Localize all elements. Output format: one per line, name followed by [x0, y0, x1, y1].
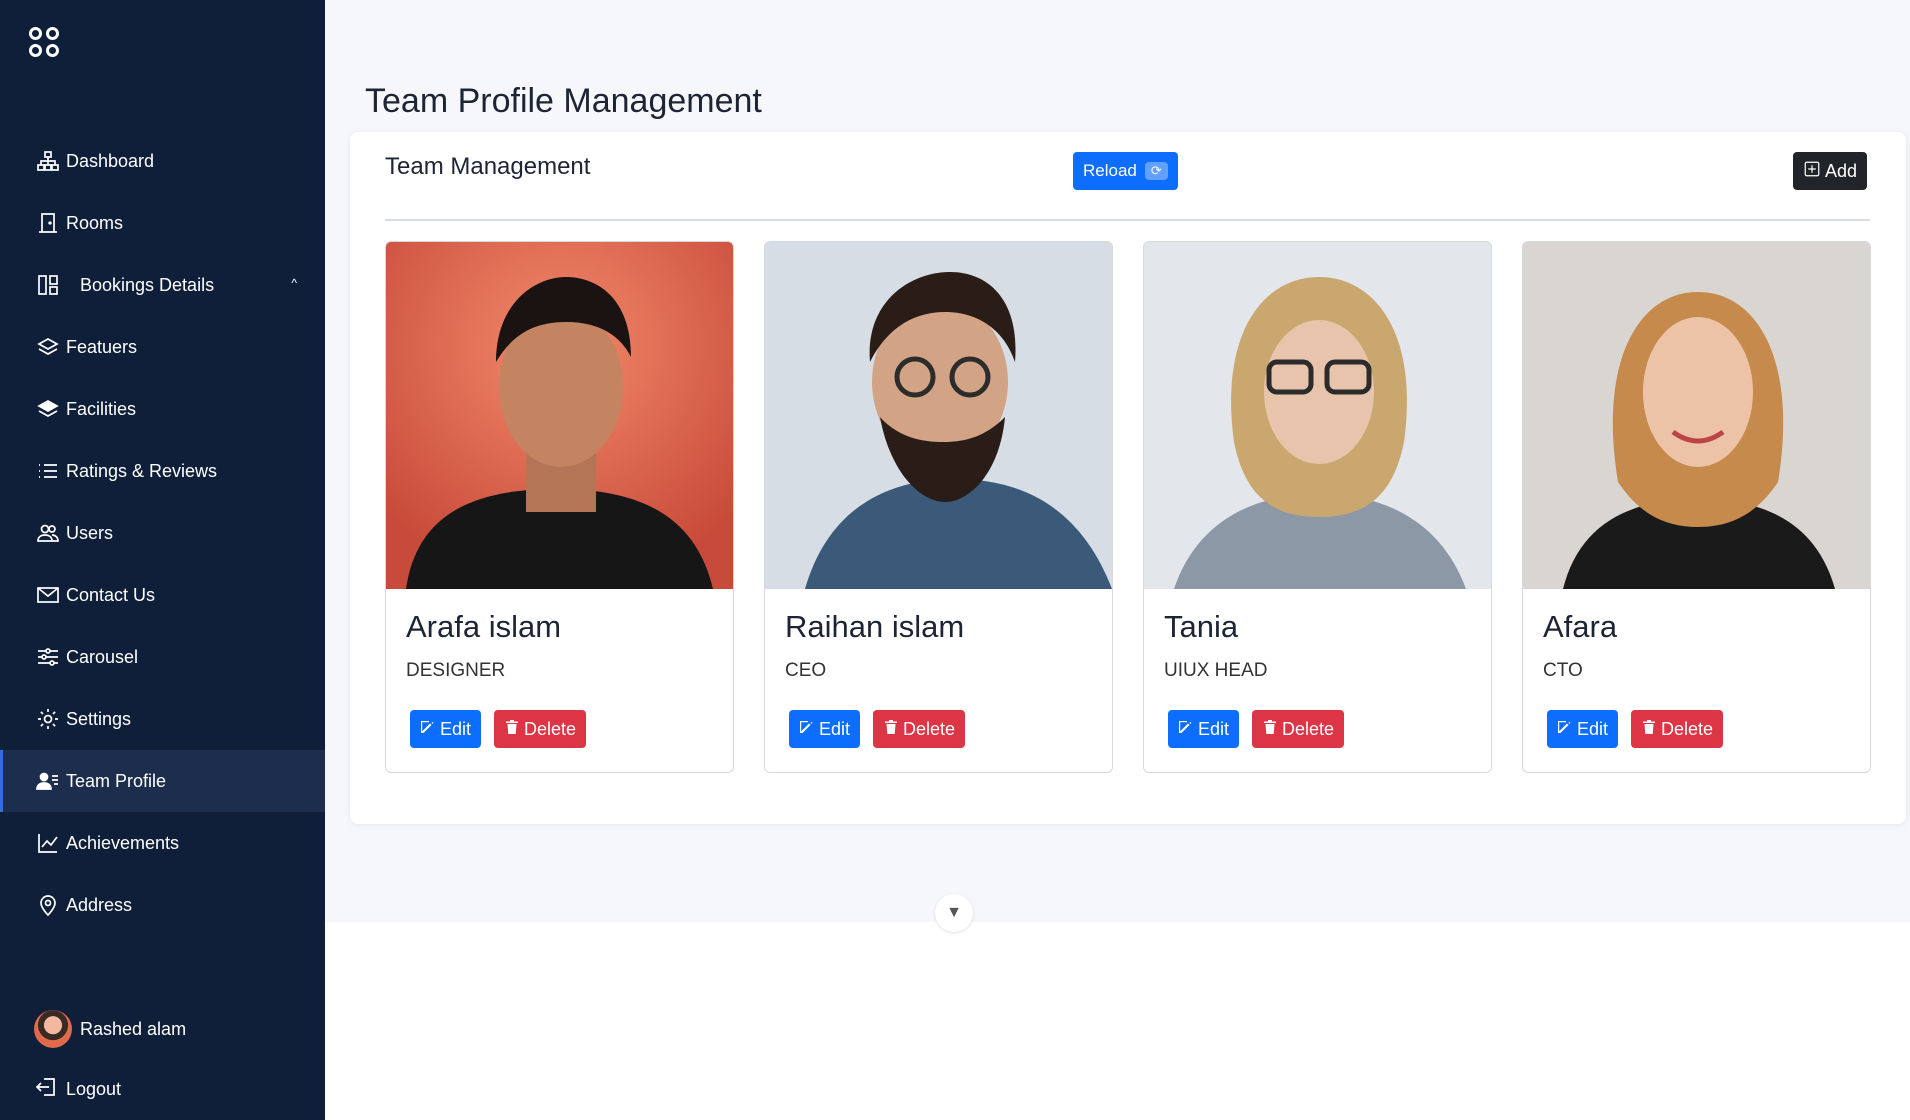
- team-member-role: DESIGNER: [406, 660, 506, 681]
- plus-square-icon: [1803, 160, 1821, 183]
- sidebar-item-carousel[interactable]: Carousel: [0, 626, 325, 688]
- team-card: Arafa islam DESIGNER Edit Delete: [385, 241, 734, 773]
- sidebar: Dashboard Rooms Bookings Details ^ Featu…: [0, 0, 325, 1120]
- sidebar-item-label: Contact Us: [66, 584, 156, 605]
- team-member-name: Raihan islam: [785, 609, 965, 644]
- layout-icon: [34, 271, 62, 299]
- logout-icon: [34, 1075, 58, 1104]
- sidebar-item-bookings-details[interactable]: Bookings Details ^: [0, 254, 325, 316]
- sidebar-item-rooms[interactable]: Rooms: [0, 192, 325, 254]
- chevron-up-icon[interactable]: ^: [291, 276, 297, 290]
- team-member-photo: [1523, 242, 1870, 589]
- sidebar-item-label: Dashboard: [66, 150, 155, 171]
- panel-title: Team Management: [385, 153, 591, 180]
- sidebar-item-achievements[interactable]: Achievements: [0, 812, 325, 874]
- sidebar-item-ratings-reviews[interactable]: Ratings & Reviews: [0, 440, 325, 502]
- edit-label: Edit: [1577, 718, 1609, 739]
- team-member-name: Tania: [1164, 609, 1239, 644]
- sidebar-item-label: Team Profile: [66, 770, 167, 791]
- layers-icon: [34, 333, 62, 361]
- list-icon: [34, 457, 62, 485]
- team-member-photo: [386, 242, 733, 589]
- refresh-icon: ⟳: [1144, 162, 1168, 180]
- delete-label: Delete: [1661, 718, 1714, 739]
- door-icon: [34, 209, 62, 237]
- people-icon: [34, 519, 62, 547]
- sidebar-item-dashboard[interactable]: Dashboard: [0, 130, 325, 192]
- team-member-name: Afara: [1543, 609, 1618, 644]
- delete-button[interactable]: Delete: [1631, 710, 1724, 748]
- add-button[interactable]: Add: [1793, 152, 1868, 190]
- add-label: Add: [1825, 160, 1858, 181]
- delete-button[interactable]: Delete: [1252, 710, 1345, 748]
- team-card: Raihan islam CEO Edit Delete: [764, 241, 1113, 773]
- sidebar-item-address[interactable]: Address: [0, 874, 325, 936]
- vue-devtools-icon[interactable]: ▼: [935, 894, 973, 932]
- team-member-role: UIUX HEAD: [1164, 660, 1268, 681]
- trash-icon: [504, 719, 520, 740]
- team-member-role: CTO: [1543, 660, 1583, 681]
- sidebar-item-label: Featuers: [66, 336, 138, 357]
- delete-label: Delete: [524, 718, 577, 739]
- sidebar-item-label: Achievements: [66, 832, 180, 853]
- divider: [385, 219, 1870, 221]
- geo-pin-icon: [34, 891, 62, 919]
- page-title: Team Profile Management: [365, 82, 762, 120]
- edit-button[interactable]: Edit: [410, 710, 482, 748]
- user-name: Rashed alam: [80, 1018, 187, 1039]
- sidebar-item-label: Facilities: [66, 398, 137, 419]
- avatar: [34, 1010, 72, 1048]
- user-profile[interactable]: Rashed alam: [34, 1010, 186, 1048]
- edit-icon: [1557, 719, 1573, 740]
- sidebar-item-facilities[interactable]: Facilities: [0, 378, 325, 440]
- delete-label: Delete: [903, 718, 956, 739]
- sidebar-item-label: Carousel: [66, 646, 139, 667]
- sidebar-item-label: Address: [66, 894, 133, 915]
- layers-filled-icon: [34, 395, 62, 423]
- edit-button[interactable]: Edit: [1547, 710, 1619, 748]
- team-member-role: CEO: [785, 660, 827, 681]
- logout-button[interactable]: Logout: [34, 1075, 121, 1104]
- edit-icon: [799, 719, 815, 740]
- sitemap-icon: [34, 147, 62, 175]
- team-member-name: Arafa islam: [406, 609, 562, 644]
- edit-label: Edit: [1198, 718, 1230, 739]
- edit-icon: [420, 719, 436, 740]
- sidebar-item-label: Bookings Details: [80, 274, 215, 295]
- gear-icon: [34, 705, 62, 733]
- sidebar-item-label: Users: [66, 522, 114, 543]
- trash-icon: [1641, 719, 1657, 740]
- person-lines-icon: [34, 767, 62, 795]
- trash-icon: [883, 719, 899, 740]
- delete-label: Delete: [1282, 718, 1335, 739]
- reload-label: Reload: [1083, 161, 1137, 180]
- sidebar-item-label: Rooms: [66, 212, 124, 233]
- logout-label: Logout: [66, 1079, 122, 1099]
- graph-up-icon: [34, 829, 62, 857]
- team-member-photo: [765, 242, 1112, 589]
- delete-button[interactable]: Delete: [873, 710, 966, 748]
- team-card: Afara CTO Edit Delete: [1522, 241, 1871, 773]
- team-member-photo: [1144, 242, 1491, 589]
- sidebar-item-settings[interactable]: Settings: [0, 688, 325, 750]
- edit-label: Edit: [819, 718, 851, 739]
- sidebar-item-users[interactable]: Users: [0, 502, 325, 564]
- trash-icon: [1262, 719, 1278, 740]
- sidebar-item-contact-us[interactable]: Contact Us: [0, 564, 325, 626]
- edit-button[interactable]: Edit: [789, 710, 861, 748]
- sidebar-item-label: Settings: [66, 708, 132, 729]
- envelope-icon: [34, 581, 62, 609]
- edit-icon: [1178, 719, 1194, 740]
- edit-label: Edit: [440, 718, 472, 739]
- reload-button[interactable]: Reload ⟳: [1073, 152, 1178, 190]
- sliders-icon: [34, 643, 62, 671]
- delete-button[interactable]: Delete: [494, 710, 587, 748]
- team-card: Tania UIUX HEAD Edit Delete: [1143, 241, 1492, 773]
- app-logo-icon[interactable]: [29, 27, 61, 59]
- edit-button[interactable]: Edit: [1168, 710, 1240, 748]
- sidebar-item-label: Ratings & Reviews: [66, 460, 218, 481]
- sidebar-item-team-profile[interactable]: Team Profile: [0, 750, 325, 812]
- sidebar-item-featuers[interactable]: Featuers: [0, 316, 325, 378]
